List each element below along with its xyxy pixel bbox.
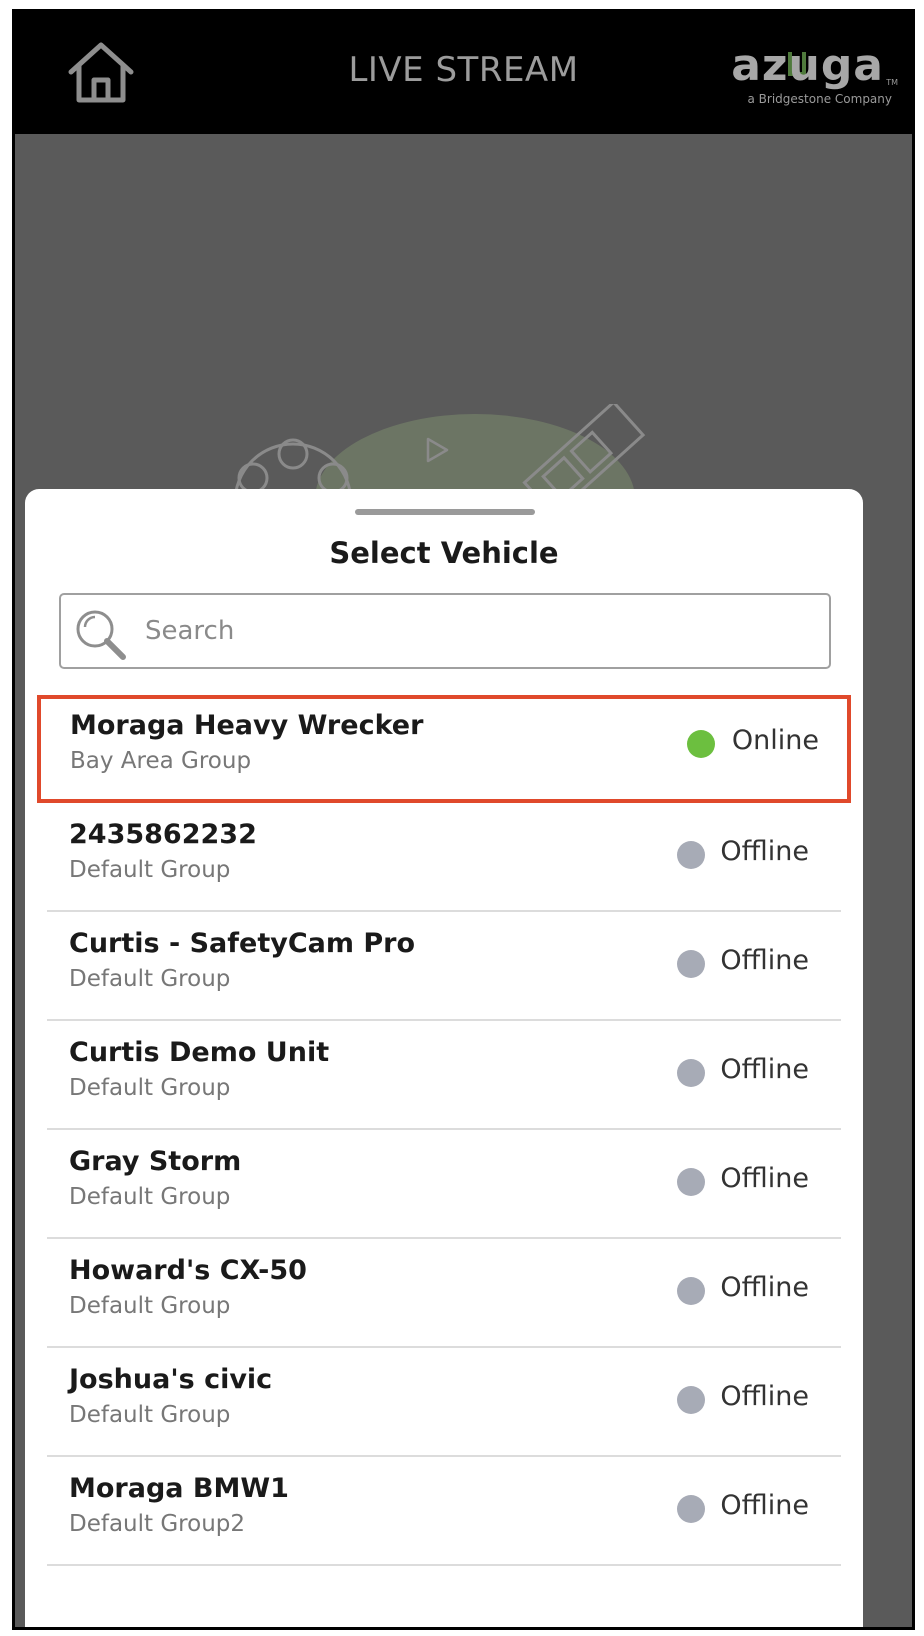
vehicle-name: Moraga Heavy Wrecker (70, 710, 424, 741)
status-label: Online (731, 725, 819, 756)
vehicle-name: Moraga BMW1 (69, 1473, 289, 1504)
vehicle-row[interactable]: Curtis Demo Unit Default Group Offline (47, 1021, 841, 1130)
drag-handle[interactable] (355, 509, 535, 515)
vehicle-row[interactable]: Joshua's civic Default Group Offline (47, 1348, 841, 1457)
status-dot-icon (677, 1059, 705, 1087)
vehicle-row[interactable]: Moraga Heavy Wrecker Bay Area Group Online (37, 695, 851, 803)
vehicle-group: Default Group (69, 1402, 231, 1428)
status-dot-icon (687, 730, 715, 758)
status-label: Offline (720, 1054, 809, 1085)
vehicle-group: Default Group2 (69, 1511, 246, 1537)
status-dot-icon (677, 1277, 705, 1305)
vehicle-name: Gray Storm (69, 1146, 242, 1177)
status-dot-icon (677, 1168, 705, 1196)
search-input[interactable] (145, 609, 805, 653)
status-dot-icon (677, 1386, 705, 1414)
status-label: Offline (720, 1381, 809, 1412)
status-label: Offline (720, 945, 809, 976)
vehicle-group: Default Group (69, 1293, 231, 1319)
vehicle-name: Joshua's civic (69, 1364, 273, 1395)
status-label: Offline (720, 1272, 809, 1303)
vehicle-row[interactable]: Moraga BMW1 Default Group2 Offline (47, 1457, 841, 1566)
select-vehicle-sheet: Select Vehicle Moraga Heavy Wrecker Bay A… (25, 489, 863, 1627)
search-icon (76, 610, 126, 660)
status-label: Offline (720, 1490, 809, 1521)
vehicle-name: Howard's CX-50 (69, 1255, 307, 1286)
vehicle-name: Curtis Demo Unit (69, 1037, 330, 1068)
sheet-title: Select Vehicle (329, 536, 559, 570)
vehicle-group: Default Group (69, 1075, 231, 1101)
vehicle-name: 2435862232 (69, 819, 257, 850)
status-label: Offline (720, 1163, 809, 1194)
vehicle-group: Bay Area Group (70, 748, 252, 774)
vehicle-name: Curtis - SafetyCam Pro (69, 928, 416, 959)
status-dot-icon (677, 1495, 705, 1523)
top-bar: LIVE STREAM azuga TM a Bridgestone Compa… (15, 12, 912, 134)
status-dot-icon (677, 841, 705, 869)
search-box[interactable] (59, 593, 831, 669)
vehicle-group: Default Group (69, 857, 231, 883)
logo-wordmark: azuga (731, 40, 884, 91)
vehicle-row[interactable]: Howard's CX-50 Default Group Offline (47, 1239, 841, 1348)
azuga-logo: azuga TM a Bridgestone Company (730, 40, 898, 110)
app-window: LIVE STREAM azuga TM a Bridgestone Compa… (12, 9, 915, 1630)
vehicle-row[interactable]: Curtis - SafetyCam Pro Default Group Offli… (47, 912, 841, 1021)
vehicle-row[interactable]: Gray Storm Default Group Offline (47, 1130, 841, 1239)
logo-tagline: a Bridgestone Company (747, 92, 892, 106)
vehicle-list: Moraga Heavy Wrecker Bay Area Group Online… (25, 695, 863, 1566)
vehicle-row[interactable]: 2435862232 Default Group Offline (47, 803, 841, 912)
status-label: Offline (720, 836, 809, 867)
logo-trademark: TM (886, 78, 898, 87)
status-dot-icon (677, 950, 705, 978)
vehicle-group: Default Group (69, 1184, 231, 1210)
vehicle-group: Default Group (69, 966, 231, 992)
